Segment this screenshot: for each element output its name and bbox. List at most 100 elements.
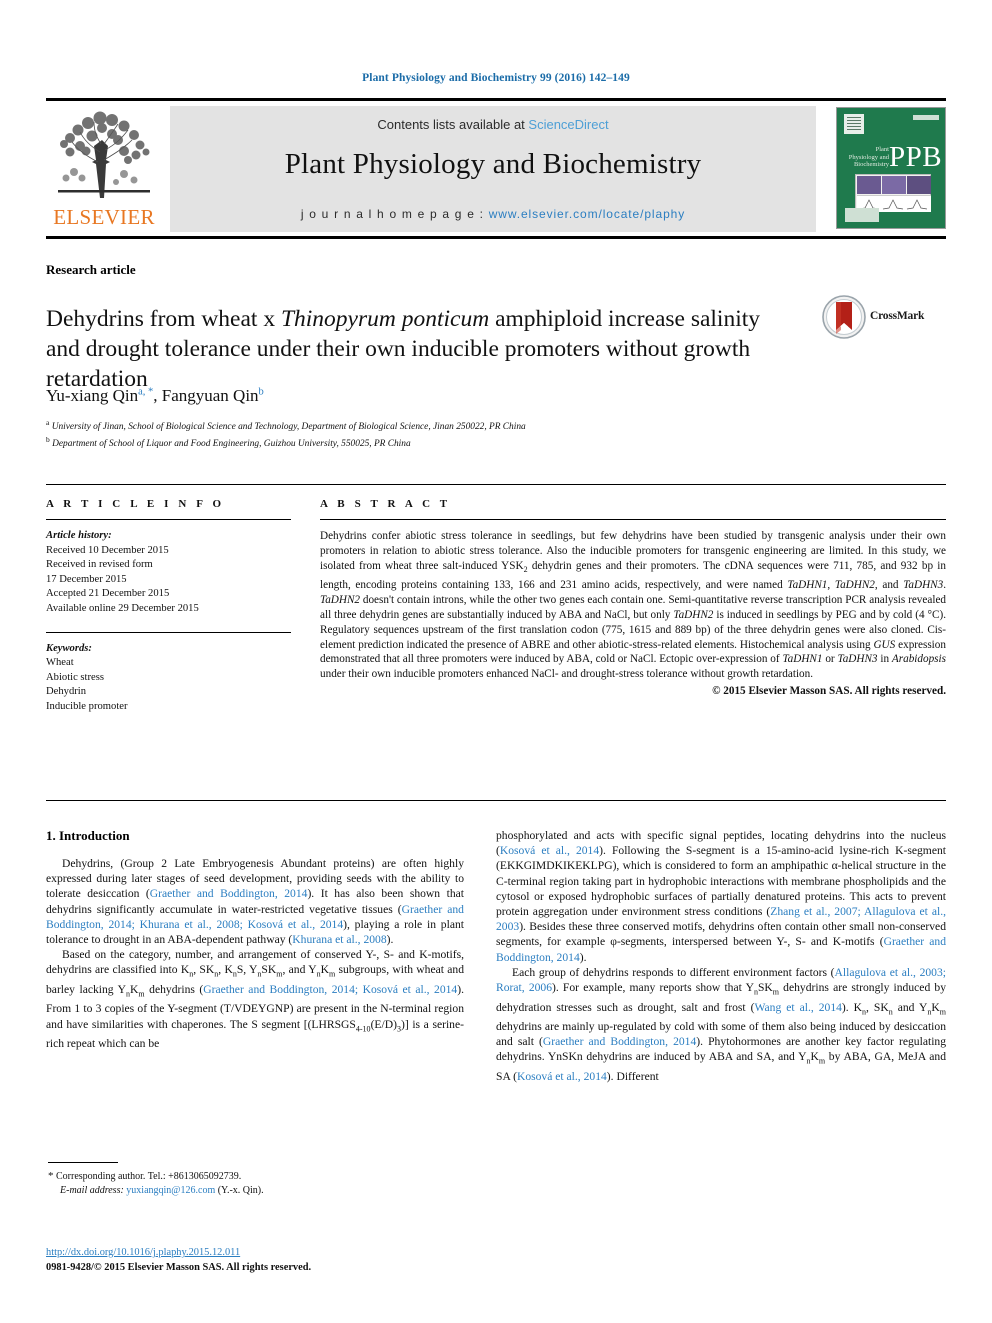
gene-name: TaDHN2 bbox=[673, 608, 714, 621]
crossmark-icon bbox=[822, 295, 866, 339]
author-separator: , Fangyuan Qin bbox=[153, 386, 259, 405]
cover-society-badge-icon bbox=[845, 208, 879, 222]
citation-link[interactable]: Wang et al., 2014 bbox=[755, 1001, 842, 1014]
abstract-seg: or bbox=[822, 653, 838, 666]
gene-name: TaDHN2 bbox=[834, 578, 875, 591]
article-type-label: Research article bbox=[46, 262, 136, 277]
gene-name: TaDHN2 bbox=[320, 593, 361, 606]
paragraph: Based on the category, number, and arran… bbox=[46, 947, 464, 1051]
text-seg: K bbox=[810, 1050, 819, 1064]
article-history-label: Article history: bbox=[46, 530, 112, 541]
citation-link[interactable]: Graether and Boddington, 2014; Kosová et… bbox=[203, 983, 457, 996]
crossmark-label: CrossMark bbox=[870, 310, 925, 322]
keyword-item: Dehydrin bbox=[46, 686, 87, 698]
body-column-right: phosphorylated and acts with specific si… bbox=[496, 828, 946, 1084]
text-seg: , SK bbox=[193, 963, 215, 977]
sciencedirect-link[interactable]: ScienceDirect bbox=[528, 117, 608, 132]
affiliation-a: a University of Jinan, School of Biologi… bbox=[46, 417, 886, 434]
text-seg: ). Besides these three conserved motifs,… bbox=[496, 920, 946, 949]
text-seg: ). bbox=[579, 950, 587, 964]
author-2-affil-marker[interactable]: b bbox=[259, 386, 264, 397]
gene-name: TaDHN3 bbox=[903, 578, 944, 591]
text-seg: ). Different bbox=[606, 1069, 659, 1083]
cover-issn-block bbox=[913, 115, 939, 120]
header-rule-top bbox=[46, 98, 946, 101]
text-seg: SK bbox=[757, 981, 773, 995]
text-seg: K bbox=[320, 963, 329, 977]
abstract-column: A B S T R A C T Dehydrins confer abiotic… bbox=[320, 498, 946, 697]
footnote-rule bbox=[48, 1162, 118, 1163]
history-item: 17 December 2015 bbox=[46, 573, 127, 585]
email-link[interactable]: yuxiangqin@126.com bbox=[126, 1185, 215, 1196]
email-label: E-mail address: bbox=[60, 1184, 124, 1196]
author-1-affil-marker[interactable]: a, * bbox=[138, 386, 153, 397]
gene-name: TaDHN1 bbox=[782, 653, 823, 666]
history-item: Received in revised form bbox=[46, 559, 153, 571]
footnote-block: * Corresponding author. Tel.: +861306509… bbox=[48, 1170, 468, 1197]
text-seg: ). bbox=[386, 933, 394, 947]
text-seg: (E/D) bbox=[370, 1017, 397, 1031]
affiliation-b-marker: b bbox=[46, 434, 50, 444]
subscript: m bbox=[939, 1006, 947, 1016]
abstract-band-rule-top bbox=[46, 484, 946, 485]
text-seg: S, Y bbox=[236, 963, 258, 977]
abstract-seg: . bbox=[943, 578, 947, 591]
corresponding-author-note: * Corresponding author. Tel.: +861306509… bbox=[48, 1170, 468, 1184]
history-item: Available online 29 December 2015 bbox=[46, 602, 199, 614]
organism-name: Arabidopsis bbox=[891, 653, 947, 666]
text-seg: dehydrins ( bbox=[144, 982, 204, 996]
citation-link[interactable]: Graether and Boddington, 2014 bbox=[543, 1035, 696, 1048]
keywords-block: Keywords: Wheat Abiotic stress Dehydrin … bbox=[46, 642, 291, 715]
journal-cover-thumbnail: Plant Physiology and Biochemistry PPB bbox=[836, 107, 946, 229]
abstract-text: Dehydrins confer abiotic stress toleranc… bbox=[320, 529, 946, 682]
gene-name: TaDHN1 bbox=[787, 578, 828, 591]
cover-photo-strip bbox=[857, 176, 931, 194]
journal-masthead: ELSEVIER Contents lists available at Sci… bbox=[46, 104, 946, 232]
author-list: Yu-xiang Qina, *, Fangyuan Qinb bbox=[46, 386, 264, 406]
text-seg: , K bbox=[218, 963, 233, 977]
article-info-divider bbox=[46, 519, 291, 520]
keywords-label: Keywords: bbox=[46, 642, 92, 654]
text-seg: SK bbox=[261, 963, 277, 977]
abstract-copyright: © 2015 Elsevier Masson SAS. All rights r… bbox=[712, 685, 946, 698]
gene-name: TaDHN3 bbox=[837, 653, 878, 666]
abstract-seg: in bbox=[877, 653, 892, 666]
keyword-item: Inducible promoter bbox=[46, 700, 128, 712]
email-note: E-mail address: yuxiangqin@126.com (Y.-x… bbox=[48, 1184, 468, 1198]
citation-link[interactable]: Graether and Boddington, 2014 bbox=[150, 887, 308, 900]
abstract-heading: A B S T R A C T bbox=[320, 498, 451, 510]
homepage-url-link[interactable]: www.elsevier.com/locate/plaphy bbox=[489, 207, 685, 221]
citation-link[interactable]: Khurana et al., 2008 bbox=[292, 933, 386, 946]
text-seg: , SK bbox=[866, 1000, 889, 1014]
affiliation-a-text: University of Jinan, School of Biologica… bbox=[51, 422, 526, 433]
cover-figure bbox=[855, 174, 931, 212]
history-item: Received 10 December 2015 bbox=[46, 544, 169, 556]
doi-link[interactable]: http://dx.doi.org/10.1016/j.plaphy.2015.… bbox=[46, 1246, 506, 1261]
elsevier-tree-icon bbox=[58, 111, 150, 198]
contents-available-line: Contents lists available at ScienceDirec… bbox=[170, 117, 816, 132]
subscript: 4-10 bbox=[355, 1023, 371, 1033]
cover-abbrev-title: PPB bbox=[889, 141, 943, 173]
text-seg: K bbox=[931, 1000, 940, 1014]
citation-link[interactable]: Kosová et al., 2014 bbox=[500, 844, 599, 857]
homepage-prefix: j o u r n a l h o m e p a g e : bbox=[300, 207, 489, 221]
title-segment-1: Dehydrins from wheat x bbox=[46, 305, 281, 332]
text-seg: and Y bbox=[892, 1000, 928, 1014]
cover-subtitle: Plant Physiology and Biochemistry bbox=[848, 146, 889, 168]
text-seg: ). K bbox=[841, 1000, 863, 1014]
elsevier-wordmark: ELSEVIER bbox=[53, 205, 155, 229]
journal-homepage-line: j o u r n a l h o m e p a g e : www.else… bbox=[170, 207, 816, 221]
paragraph: Each group of dehydrins responds to diff… bbox=[496, 965, 946, 1084]
affiliation-a-marker: a bbox=[46, 418, 50, 427]
affiliations: a University of Jinan, School of Biologi… bbox=[46, 417, 886, 450]
text-seg: Each group of dehydrins responds to diff… bbox=[512, 965, 835, 979]
crossmark-badge[interactable]: CrossMark bbox=[822, 295, 942, 341]
elsevier-logo: ELSEVIER bbox=[46, 106, 162, 232]
citation-link[interactable]: Kosová et al., 2014 bbox=[517, 1070, 607, 1083]
history-item: Accepted 21 December 2015 bbox=[46, 588, 170, 600]
body-column-left: Dehydrins, (Group 2 Late Embryogenesis A… bbox=[46, 856, 464, 1051]
contents-prefix: Contents lists available at bbox=[377, 117, 529, 132]
issn-copyright: 0981-9428/© 2015 Elsevier Masson SAS. Al… bbox=[46, 1261, 312, 1273]
paragraph: phosphorylated and acts with specific si… bbox=[496, 828, 946, 965]
abstract-seg: , bbox=[827, 578, 835, 591]
